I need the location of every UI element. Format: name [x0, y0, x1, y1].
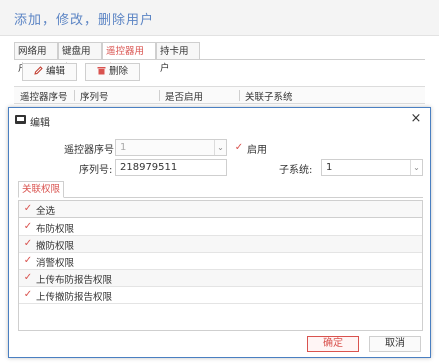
- dialog-title: 编辑: [30, 118, 50, 129]
- dialog-titlebar: 编辑 ×: [9, 108, 430, 132]
- permission-row: ✓ 布防权限: [19, 219, 422, 236]
- remote-index-select[interactable]: 1 ⌄: [115, 139, 227, 156]
- permission-row: ✓ 消警权限: [19, 253, 422, 270]
- window-icon: [15, 115, 26, 124]
- column-separator: [159, 90, 160, 101]
- tab-card-users[interactable]: 持卡用户: [156, 42, 200, 74]
- permission-label: 上传撤防报告权限: [36, 292, 113, 303]
- tabs-divider: [14, 59, 425, 60]
- permission-label: 撤防权限: [36, 241, 75, 252]
- permission-checkbox[interactable]: ✓: [23, 273, 33, 283]
- column-remote-index: 遥控器序号: [20, 92, 68, 103]
- select-all-checkbox[interactable]: ✓: [23, 204, 33, 214]
- delete-button-label: 删除: [108, 66, 128, 77]
- edit-dialog: 编辑 × 遥控器序号: 1 ⌄ ✓ 启用 序列号: 218979511 子系统:…: [8, 107, 431, 358]
- page-title: 添加，修改，删除用户: [14, 13, 155, 28]
- serial-value: 218979511: [120, 162, 178, 173]
- edit-button[interactable]: 编辑: [22, 63, 77, 81]
- serial-input[interactable]: 218979511: [115, 159, 227, 176]
- subsystem-label: 子系统:: [279, 165, 313, 176]
- permission-checkbox[interactable]: ✓: [23, 290, 33, 300]
- page-header: 添加，修改，删除用户: [0, 0, 439, 36]
- enable-checkbox[interactable]: ✓: [234, 143, 244, 153]
- delete-button[interactable]: 删除: [85, 63, 140, 81]
- permission-row: ✓ 上传布防报告权限: [19, 270, 422, 287]
- select-all-label: 全选: [36, 206, 56, 217]
- permission-checkbox[interactable]: ✓: [23, 239, 33, 249]
- trash-icon: [97, 65, 106, 75]
- column-separator: [239, 90, 240, 101]
- permission-row: ✓ 撤防权限: [19, 236, 422, 253]
- subsystem-select[interactable]: 1 ⌄: [321, 159, 423, 176]
- permission-label: 上传布防报告权限: [36, 275, 113, 286]
- permissions-table: ✓ 全选 ✓ 布防权限 ✓ 撤防权限 ✓ 消警权限 ✓ 上传布防报告权限 ✓ 上…: [18, 200, 423, 331]
- pencil-edit-icon: [34, 65, 43, 75]
- chevron-down-icon: ⌄: [214, 140, 226, 155]
- permission-label: 布防权限: [36, 224, 75, 235]
- inner-tabs-divider: [18, 197, 423, 198]
- subsystem-value: 1: [326, 162, 333, 173]
- column-serial: 序列号: [80, 92, 109, 103]
- tab-remote-users[interactable]: 遥控器用户: [102, 42, 156, 74]
- column-subsystem: 关联子系统: [245, 92, 293, 103]
- permission-checkbox[interactable]: ✓: [23, 222, 33, 232]
- remote-index-value: 1: [120, 142, 127, 153]
- column-enabled: 是否启用: [165, 92, 204, 103]
- tab-linked-permissions[interactable]: 关联权限: [18, 181, 65, 198]
- remote-index-label: 遥控器序号:: [64, 145, 118, 156]
- close-icon[interactable]: ×: [408, 111, 424, 127]
- chevron-down-icon: ⌄: [410, 160, 422, 175]
- serial-label: 序列号:: [79, 165, 113, 176]
- select-all-row: ✓ 全选: [19, 201, 422, 218]
- permission-row: ✓ 上传撤防报告权限: [19, 287, 422, 304]
- column-separator: [74, 90, 75, 101]
- confirm-button[interactable]: 确定: [307, 336, 359, 352]
- tab-network-users[interactable]: 网络用户: [14, 42, 58, 74]
- edit-button-label: 编辑: [45, 66, 65, 77]
- enable-label: 启用: [247, 145, 267, 156]
- cancel-button[interactable]: 取消: [369, 336, 421, 352]
- tab-keyboard-users[interactable]: 键盘用户: [58, 42, 102, 74]
- remote-users-table-header: 遥控器序号 序列号 是否启用 关联子系统: [14, 86, 425, 104]
- permission-label: 消警权限: [36, 258, 75, 269]
- permission-checkbox[interactable]: ✓: [23, 256, 33, 266]
